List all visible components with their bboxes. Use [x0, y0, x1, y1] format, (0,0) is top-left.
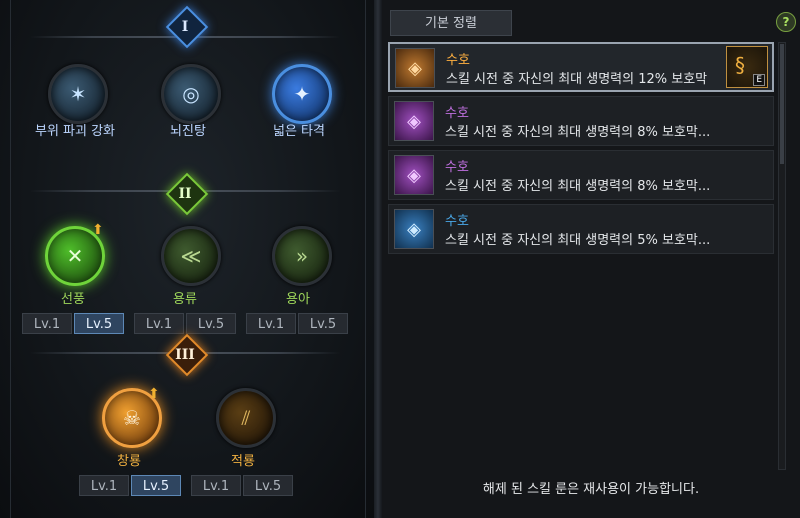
dragon-fang-lv5-button[interactable]: Lv.5	[298, 313, 348, 334]
rune-item[interactable]: ◈ 수호 스킬 시전 중 자신의 최대 생명력의 12% 보호막 § E	[388, 42, 774, 92]
tripod-panel: I ✶ 부위 파괴 강화 ◎ 뇌진탕 ✦ 넓은 타격 II ✕ ⬆ 선풍 ≪ 용…	[0, 0, 374, 518]
dragon-fang-lv1-button[interactable]: Lv.1	[246, 313, 296, 334]
concussion-icon: ◎	[182, 82, 200, 106]
upgrade-arrow-icon: ⬆	[148, 386, 160, 402]
dragon-fang-icon: »	[295, 244, 309, 268]
rune-glyph-icon: ◈	[407, 218, 421, 240]
shatter-icon: ✶	[69, 82, 87, 106]
tier-3-numeral: III	[175, 347, 195, 363]
rune-icon: ◈	[394, 209, 434, 249]
rune-description: 스킬 시전 중 자신의 최대 생명력의 5% 보호막...	[445, 233, 711, 248]
skill-label-azure-dragon: 창룡	[117, 454, 141, 469]
whirlwind-lv5-button[interactable]: Lv.5	[74, 313, 124, 334]
rune-description: 스킬 시전 중 자신의 최대 생명력의 12% 보호막	[446, 72, 708, 87]
skill-node-dragon-fang[interactable]: »	[272, 226, 332, 286]
red-dragon-lv1-button[interactable]: Lv.1	[191, 475, 241, 496]
equipped-skill-icon[interactable]: § E	[726, 46, 768, 88]
rune-name: 수호	[446, 53, 470, 68]
whirlwind-icon: ✕	[66, 244, 84, 268]
dragon-flow-icon: ≪	[180, 244, 202, 268]
rune-description: 스킬 시전 중 자신의 최대 생명력의 8% 보호막...	[445, 125, 711, 140]
rune-list-scrollbar[interactable]	[778, 42, 786, 470]
reuse-notice: 해제 된 스킬 룬은 재사용이 가능합니다.	[482, 482, 700, 497]
panel-divider	[374, 0, 382, 518]
skill-label-dragon-fang: 용아	[286, 292, 310, 307]
skill-label-part-break: 부위 파괴 강화	[34, 124, 116, 139]
skill-label-red-dragon: 적룡	[231, 454, 255, 469]
rune-name: 수호	[445, 106, 469, 121]
skull-icon: ☠	[123, 406, 141, 430]
rune-icon: ◈	[394, 101, 434, 141]
dragon-flow-lv1-button[interactable]: Lv.1	[134, 313, 184, 334]
dragon-flow-lv5-button[interactable]: Lv.5	[186, 313, 236, 334]
skill-label-whirlwind: 선풍	[61, 292, 85, 307]
upgrade-arrow-icon: ⬆	[92, 222, 104, 238]
skill-label-dragon-flow: 용류	[173, 292, 197, 307]
azure-dragon-lv5-button[interactable]: Lv.5	[131, 475, 181, 496]
skill-node-concussion[interactable]: ◎	[161, 64, 221, 124]
red-dragon-icon: ⫽	[241, 406, 251, 430]
rune-name: 수호	[445, 214, 469, 229]
skill-node-red-dragon[interactable]: ⫽	[216, 388, 276, 448]
rune-icon: ◈	[394, 155, 434, 195]
rune-glyph-icon: ◈	[408, 57, 422, 79]
skill-label-wide-strike: 넓은 타격	[273, 124, 325, 139]
help-icon[interactable]: ?	[776, 12, 796, 32]
rune-item[interactable]: ◈ 수호 스킬 시전 중 자신의 최대 생명력의 8% 보호막...	[388, 96, 774, 146]
rune-glyph-icon: ◈	[407, 110, 421, 132]
tier-1-numeral: I	[181, 19, 189, 35]
red-dragon-lv5-button[interactable]: Lv.5	[243, 475, 293, 496]
equip-key-badge: E	[753, 74, 765, 86]
rune-glyph-icon: ◈	[407, 164, 421, 186]
wide-strike-icon: ✦	[293, 82, 311, 106]
tier-2-numeral: II	[178, 186, 192, 202]
sort-dropdown[interactable]: 기본 정렬	[390, 10, 512, 36]
scrollbar-thumb[interactable]	[780, 44, 784, 164]
rune-panel: 기본 정렬 ? ◈ 수호 스킬 시전 중 자신의 최대 생명력의 12% 보호막…	[382, 0, 800, 518]
skill-node-part-break[interactable]: ✶	[48, 64, 108, 124]
rune-item[interactable]: ◈ 수호 스킬 시전 중 자신의 최대 생명력의 8% 보호막...	[388, 150, 774, 200]
rune-description: 스킬 시전 중 자신의 최대 생명력의 8% 보호막...	[445, 179, 711, 194]
dragon-swirl-icon: §	[735, 53, 745, 77]
rune-icon: ◈	[395, 48, 435, 88]
skill-node-wide-strike[interactable]: ✦	[272, 64, 332, 124]
whirlwind-lv1-button[interactable]: Lv.1	[22, 313, 72, 334]
rune-item[interactable]: ◈ 수호 스킬 시전 중 자신의 최대 생명력의 5% 보호막...	[388, 204, 774, 254]
azure-dragon-lv1-button[interactable]: Lv.1	[79, 475, 129, 496]
skill-node-dragon-flow[interactable]: ≪	[161, 226, 221, 286]
skill-label-concussion: 뇌진탕	[170, 124, 206, 139]
rune-name: 수호	[445, 160, 469, 175]
